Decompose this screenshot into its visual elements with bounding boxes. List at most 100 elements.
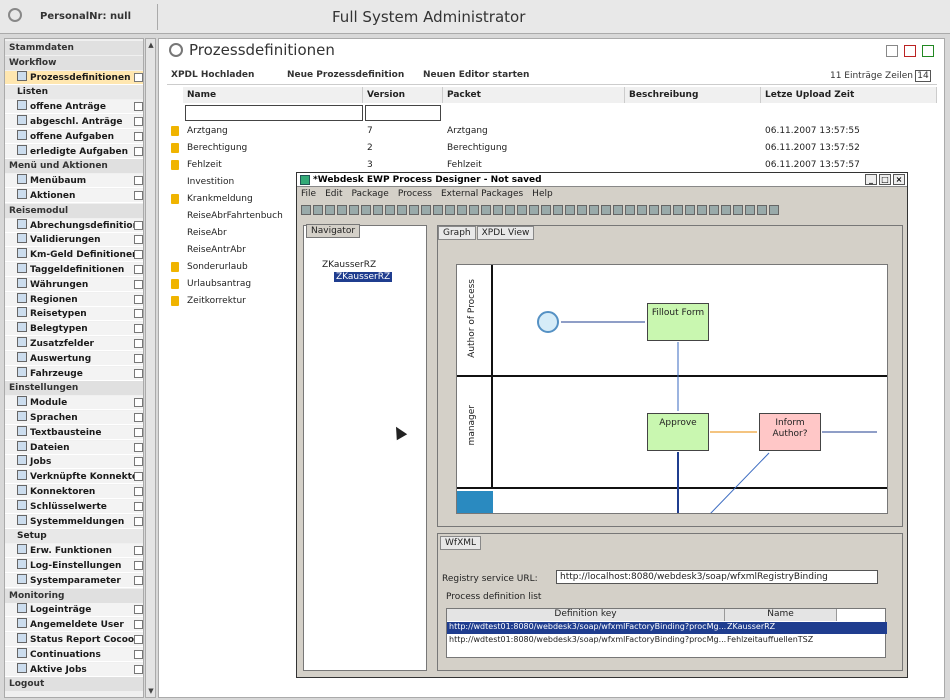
sidebar-item[interactable]: Km-Geld Definitionen [5,248,143,263]
list-header-key[interactable]: Definition key [447,609,725,621]
toolbar-button-icon[interactable] [517,205,527,215]
sidebar-item[interactable]: Sprachen [5,411,143,425]
sidebar-scrollbar[interactable]: ▲ ▼ [145,38,156,698]
sidebar-item[interactable]: Aktionen [5,189,143,203]
open-window-icon[interactable] [134,339,143,348]
sidebar-item[interactable]: offene Aufgaben [5,129,143,144]
new-editor-button[interactable]: Neuen Editor starten [423,70,529,80]
menu-item[interactable]: File [301,189,316,199]
sidebar-item[interactable]: Konnektoren [5,485,143,499]
open-window-icon[interactable] [134,635,143,644]
close-icon[interactable]: × [893,174,905,185]
toolbar-button-icon[interactable] [685,205,695,215]
new-definition-button[interactable]: Neue Prozessdefinition [287,70,404,80]
toolbar-button-icon[interactable] [721,205,731,215]
scroll-up-icon[interactable]: ▲ [147,41,155,49]
toolbar-button-icon[interactable] [397,205,407,215]
toolbar-button-icon[interactable] [733,205,743,215]
sidebar-item[interactable]: Erw. Funktionen [5,544,143,559]
sidebar-item[interactable]: Setup [5,529,143,544]
sidebar-item[interactable]: Reisetypen [5,307,143,322]
pdf-icon[interactable] [904,45,916,57]
open-window-icon[interactable] [134,265,143,274]
edit-pencil-icon[interactable] [171,296,179,306]
table-row[interactable]: Fehlzeit 3 Fehlzeit 06.11.2007 13:57:57 [167,157,937,173]
menu-item[interactable]: Package [352,189,389,199]
open-window-icon[interactable] [134,605,143,615]
tab-xpdl-view[interactable]: XPDL View [476,226,535,240]
toolbar-button-icon[interactable] [457,205,467,215]
toolbar-button-icon[interactable] [409,205,419,215]
edit-pencil-icon[interactable] [171,194,179,204]
column-header[interactable]: Version [363,87,443,103]
sidebar-item[interactable]: Logeinträge [5,603,143,618]
sidebar-item[interactable]: Continuations [5,647,143,662]
toolbar-button-icon[interactable] [601,205,611,215]
open-window-icon[interactable] [134,501,143,511]
toolbar-button-icon[interactable] [769,205,779,215]
open-window-icon[interactable] [134,368,143,378]
list-header-name[interactable]: Name [725,609,837,621]
sidebar-item[interactable]: Validierungen [5,233,143,248]
toolbar-button-icon[interactable] [745,205,755,215]
toolbar-button-icon[interactable] [493,205,503,215]
scroll-down-icon[interactable]: ▼ [147,687,155,695]
toolbar-button-icon[interactable] [613,205,623,215]
open-window-icon[interactable] [134,131,143,141]
menu-item[interactable]: Help [532,189,553,199]
sidebar-item[interactable]: Prozessdefinitionen [5,70,143,85]
sidebar-item[interactable]: Abrechungsdefinitionen [5,218,143,233]
open-window-icon[interactable] [134,664,143,674]
sidebar-item[interactable]: abgeschl. Anträge [5,115,143,129]
sidebar-item[interactable]: Fahrzeuge [5,366,143,381]
filter-input[interactable] [185,105,363,121]
open-window-icon[interactable] [134,324,143,334]
toolbar-button-icon[interactable] [433,205,443,215]
toolbar-button-icon[interactable] [565,205,575,215]
sidebar-item[interactable]: Logout [5,677,143,692]
sidebar-item[interactable]: Systemparameter [5,573,143,588]
sidebar-item[interactable]: offene Anträge [5,100,143,115]
toolbar-button-icon[interactable] [361,205,371,215]
sidebar-item[interactable]: Taggeldefinitionen [5,263,143,277]
excel-icon[interactable] [922,45,934,57]
open-window-icon[interactable] [134,472,143,482]
toolbar-button-icon[interactable] [757,205,767,215]
toolbar-button-icon[interactable] [625,205,635,215]
toolbar-button-icon[interactable] [697,205,707,215]
open-window-icon[interactable] [134,649,143,659]
toolbar-button-icon[interactable] [385,205,395,215]
toolbar-button-icon[interactable] [589,205,599,215]
list-row[interactable]: http://wdtest01:8080/webdesk3/soap/wfxml… [447,635,887,647]
list-row[interactable]: http://wdtest01:8080/webdesk3/soap/wfxml… [447,622,887,634]
rows-input[interactable]: 14 [915,70,931,82]
toolbar-button-icon[interactable] [661,205,671,215]
edit-pencil-icon[interactable] [171,143,179,153]
toolbar-button-icon[interactable] [325,205,335,215]
sidebar-item[interactable]: Belegtypen [5,322,143,337]
open-window-icon[interactable] [134,191,143,200]
open-window-icon[interactable] [134,398,143,408]
sidebar-item[interactable]: Status Report Cocoon [5,633,143,647]
sidebar-item[interactable]: Dateien [5,440,143,455]
column-header[interactable]: Packet [443,87,625,103]
edit-pencil-icon[interactable] [171,262,179,272]
sidebar-item[interactable]: Menübaum [5,174,143,189]
sidebar-item[interactable]: Stammdaten [5,41,143,55]
toolbar-button-icon[interactable] [421,205,431,215]
toolbar-button-icon[interactable] [637,205,647,215]
sidebar-item[interactable]: Listen [5,85,143,100]
open-window-icon[interactable] [134,117,143,126]
toolbar-button-icon[interactable] [553,205,563,215]
column-header[interactable]: Letze Upload Zeit [761,87,937,103]
sidebar-item[interactable]: Menü und Aktionen [5,159,143,174]
sidebar-item[interactable]: Module [5,396,143,411]
toolbar-button-icon[interactable] [505,205,515,215]
toolbar-button-icon[interactable] [349,205,359,215]
open-window-icon[interactable] [134,487,143,496]
column-header[interactable]: Beschreibung [625,87,761,103]
sidebar-item[interactable]: Textbausteine [5,425,143,440]
open-window-icon[interactable] [134,620,143,630]
open-window-icon[interactable] [134,457,143,467]
sidebar-item[interactable]: erledigte Aufgaben [5,144,143,159]
